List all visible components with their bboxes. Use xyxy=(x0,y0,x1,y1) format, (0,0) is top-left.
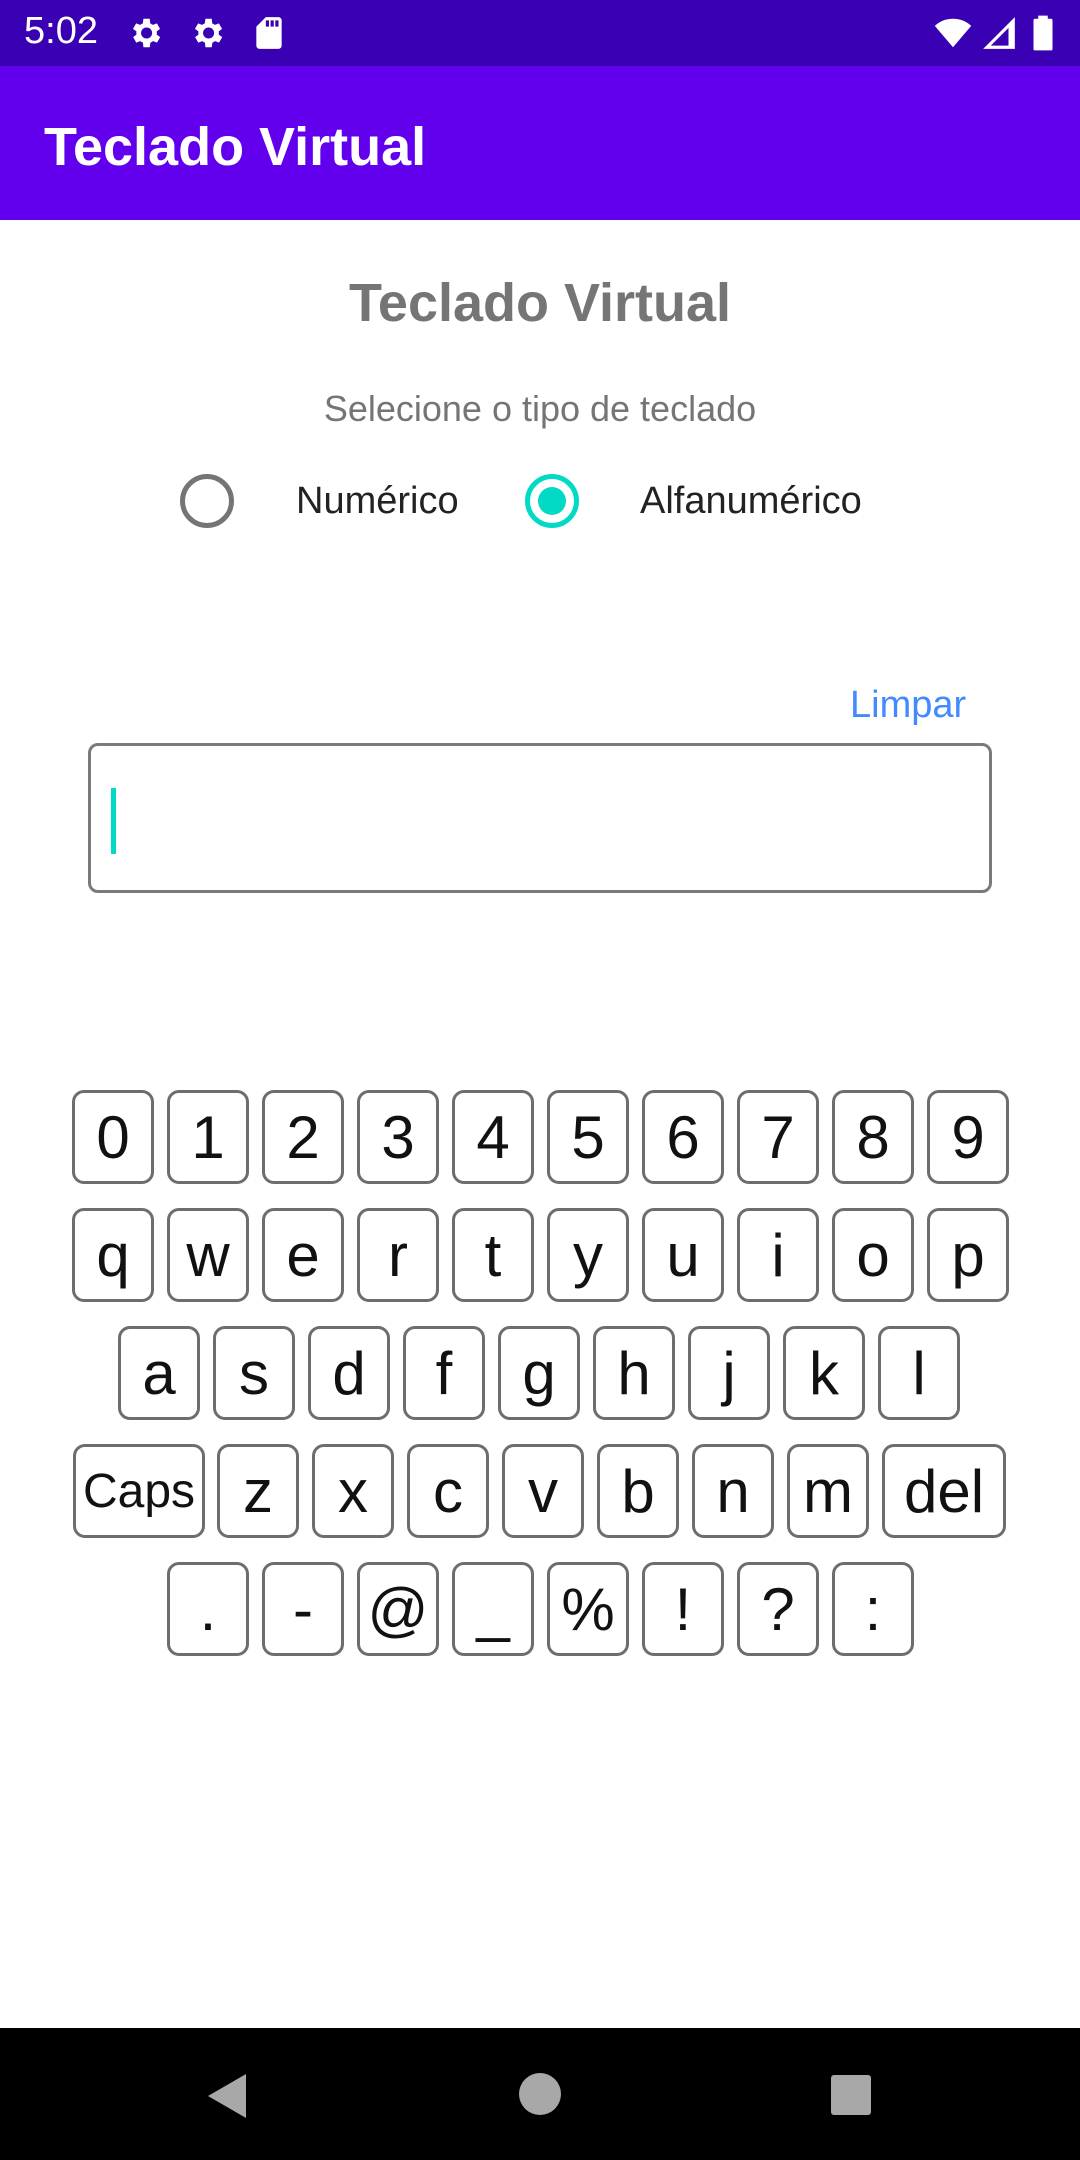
text-cursor xyxy=(111,788,116,854)
key-w[interactable]: w xyxy=(167,1208,249,1302)
keyboard-type-prompt: Selecione o tipo de teclado xyxy=(323,388,757,429)
key-0[interactable]: 0 xyxy=(72,1090,154,1184)
status-time: 5:02 xyxy=(24,10,98,52)
clear-button[interactable]: Limpar xyxy=(850,684,966,727)
key-p[interactable]: p xyxy=(927,1208,1009,1302)
app-title: Teclado Virtual xyxy=(44,117,427,177)
wifi-icon xyxy=(934,18,972,48)
key-i[interactable]: i xyxy=(737,1208,819,1302)
settings-icon xyxy=(194,18,223,48)
page-title: Teclado Virtual xyxy=(348,273,732,333)
radio-alphanumeric[interactable] xyxy=(525,474,579,528)
key-at[interactable]: @ xyxy=(357,1562,439,1656)
caps-key[interactable]: Caps xyxy=(73,1444,205,1538)
key-question[interactable]: ? xyxy=(737,1562,819,1656)
key-6[interactable]: 6 xyxy=(642,1090,724,1184)
key-o[interactable]: o xyxy=(832,1208,914,1302)
key-s[interactable]: s xyxy=(213,1326,295,1420)
key-exclamation[interactable]: ! xyxy=(642,1562,724,1656)
key-period[interactable]: . xyxy=(167,1562,249,1656)
key-4[interactable]: 4 xyxy=(452,1090,534,1184)
key-l[interactable]: l xyxy=(878,1326,960,1420)
key-v[interactable]: v xyxy=(502,1444,584,1538)
key-percent[interactable]: % xyxy=(547,1562,629,1656)
radio-selected-dot xyxy=(538,487,566,515)
key-3[interactable]: 3 xyxy=(357,1090,439,1184)
battery-icon xyxy=(1033,15,1053,51)
key-u[interactable]: u xyxy=(642,1208,724,1302)
key-hyphen[interactable]: - xyxy=(262,1562,344,1656)
key-8[interactable]: 8 xyxy=(832,1090,914,1184)
signal-icon xyxy=(983,17,1015,49)
key-m[interactable]: m xyxy=(787,1444,869,1538)
key-underscore[interactable]: _ xyxy=(452,1562,534,1656)
radio-numeric-label[interactable]: Numérico xyxy=(296,480,459,523)
settings-icon xyxy=(132,18,161,48)
radio-alphanumeric-label[interactable]: Alfanumérico xyxy=(640,480,862,523)
key-9[interactable]: 9 xyxy=(927,1090,1009,1184)
key-c[interactable]: c xyxy=(407,1444,489,1538)
key-a[interactable]: a xyxy=(118,1326,200,1420)
key-7[interactable]: 7 xyxy=(737,1090,819,1184)
key-2[interactable]: 2 xyxy=(262,1090,344,1184)
key-f[interactable]: f xyxy=(403,1326,485,1420)
key-h[interactable]: h xyxy=(593,1326,675,1420)
text-input[interactable] xyxy=(88,743,992,893)
key-d[interactable]: d xyxy=(308,1326,390,1420)
delete-key[interactable]: del xyxy=(882,1444,1006,1538)
key-t[interactable]: t xyxy=(452,1208,534,1302)
key-j[interactable]: j xyxy=(688,1326,770,1420)
key-q[interactable]: q xyxy=(72,1208,154,1302)
key-b[interactable]: b xyxy=(597,1444,679,1538)
key-n[interactable]: n xyxy=(692,1444,774,1538)
status-bar: 5:02 xyxy=(0,0,1080,66)
sd-card-icon xyxy=(256,17,282,49)
key-y[interactable]: y xyxy=(547,1208,629,1302)
key-r[interactable]: r xyxy=(357,1208,439,1302)
app-bar: Teclado Virtual xyxy=(0,66,1080,220)
key-1[interactable]: 1 xyxy=(167,1090,249,1184)
back-icon[interactable] xyxy=(204,2072,248,2120)
recents-icon[interactable] xyxy=(830,2074,872,2116)
key-5[interactable]: 5 xyxy=(547,1090,629,1184)
key-g[interactable]: g xyxy=(498,1326,580,1420)
key-x[interactable]: x xyxy=(312,1444,394,1538)
navigation-bar xyxy=(0,2028,1080,2160)
key-z[interactable]: z xyxy=(217,1444,299,1538)
home-icon[interactable] xyxy=(518,2072,562,2116)
radio-numeric[interactable] xyxy=(180,474,234,528)
key-k[interactable]: k xyxy=(783,1326,865,1420)
key-colon[interactable]: : xyxy=(832,1562,914,1656)
key-e[interactable]: e xyxy=(262,1208,344,1302)
